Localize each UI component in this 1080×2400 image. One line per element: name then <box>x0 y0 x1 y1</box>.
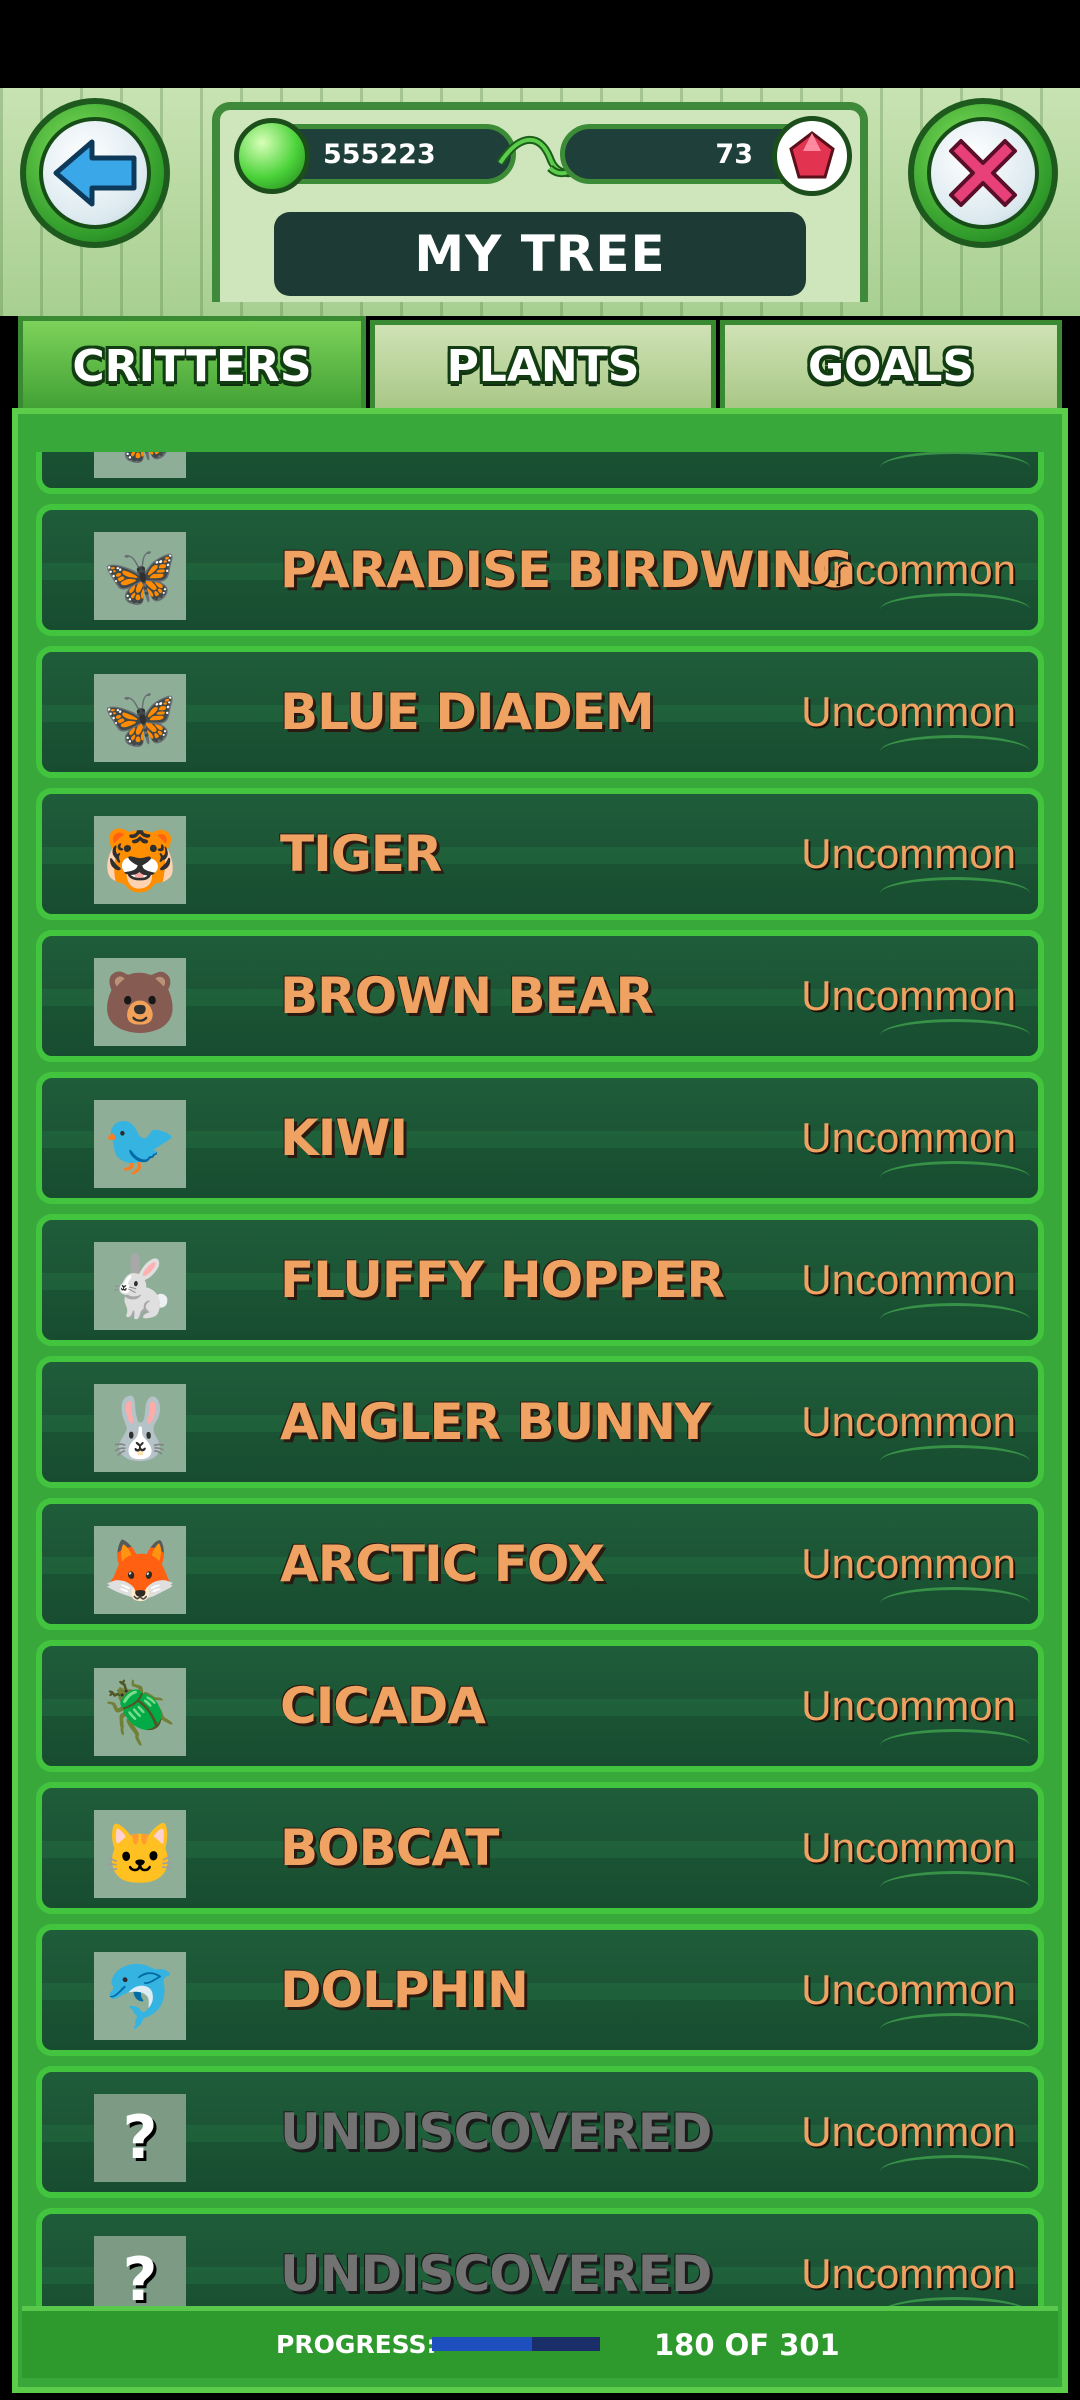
critter-row[interactable]: 🪲 CICADA Uncommon <box>36 1640 1044 1772</box>
critter-name: UNDISCOVERED <box>280 2103 712 2161</box>
vine-decoration <box>880 735 1030 768</box>
red-gem-icon <box>772 116 852 196</box>
critter-row[interactable]: 🦋 PARADISE BIRDWING Uncommon <box>36 504 1044 636</box>
critter-row[interactable]: 🦊 ARCTIC FOX Uncommon <box>36 1498 1044 1630</box>
tab-critters[interactable]: CRITTERS <box>18 316 366 412</box>
vine-decoration <box>880 452 1030 484</box>
progress-footer: PROGRESS: 180 OF 301 <box>22 2306 1058 2378</box>
critter-rarity: Uncommon <box>801 2250 1016 2297</box>
cicada-icon: 🪲 <box>94 1668 186 1756</box>
vine-decoration <box>880 1871 1030 1904</box>
critter-row[interactable]: 🦋SMALL COPPERUncommon <box>36 452 1044 494</box>
critter-name: UNDISCOVERED <box>280 2245 712 2303</box>
gold-coin-icon <box>234 118 310 194</box>
page-title: MY TREE <box>274 212 806 296</box>
critter-name: ARCTIC FOX <box>280 1535 605 1593</box>
critter-name: DOLPHIN <box>280 1961 529 2019</box>
bobcat-icon: 🐱 <box>94 1810 186 1898</box>
butterfly-icon: 🦋 <box>94 452 186 478</box>
critter-row[interactable]: 🐯 TIGER Uncommon <box>36 788 1044 920</box>
critter-name: SMALL COPPER <box>280 452 700 488</box>
critter-name: ANGLER BUNNY <box>280 1393 711 1451</box>
critter-name: PARADISE BIRDWING <box>280 541 853 599</box>
critter-name: BLUE DIADEM <box>280 683 655 741</box>
close-button[interactable] <box>908 98 1058 248</box>
bear-icon: 🐻 <box>94 958 186 1046</box>
critter-row[interactable]: ? UNDISCOVERED Uncommon <box>36 2208 1044 2310</box>
vine-decoration <box>880 1445 1030 1478</box>
butterfly-icon: 🦋 <box>94 674 186 762</box>
progress-bar-fill <box>432 2337 533 2351</box>
progress-bar <box>432 2337 600 2351</box>
dolphin-icon: 🐬 <box>94 1952 186 2040</box>
back-arrow-icon <box>39 117 151 229</box>
critter-row[interactable]: 🦋 BLUE DIADEM Uncommon <box>36 646 1044 778</box>
question-mark-icon: ? <box>94 2094 186 2182</box>
category-tabs: CRITTERS PLANTS GOALS <box>18 316 1062 412</box>
butterfly-icon: 🦋 <box>94 532 186 620</box>
gem-amount: 73 <box>715 138 753 170</box>
progress-label: PROGRESS: <box>276 2330 437 2359</box>
status-bar <box>0 0 1080 88</box>
critter-row[interactable]: ? UNDISCOVERED Uncommon <box>36 2066 1044 2198</box>
vine-decoration <box>880 1161 1030 1194</box>
critter-name: KIWI <box>280 1109 408 1167</box>
critter-row[interactable]: 🐬 DOLPHIN Uncommon <box>36 1924 1044 2056</box>
critter-row[interactable]: 🐱 BOBCAT Uncommon <box>36 1782 1044 1914</box>
rabbit-icon: 🐇 <box>94 1242 186 1330</box>
critter-row[interactable]: 🐦 KIWI Uncommon <box>36 1072 1044 1204</box>
critter-name: CICADA <box>280 1677 486 1735</box>
tab-goals[interactable]: GOALS <box>720 320 1062 408</box>
tab-plants[interactable]: PLANTS <box>370 320 716 408</box>
tiger-icon: 🐯 <box>94 816 186 904</box>
vine-decoration <box>880 1019 1030 1052</box>
critter-name: BOBCAT <box>280 1819 499 1877</box>
critter-name: BROWN BEAR <box>280 967 654 1025</box>
close-icon <box>927 117 1039 229</box>
vine-decoration <box>880 1587 1030 1620</box>
vine-decoration <box>880 593 1030 626</box>
header: 555223 73 MY TREE <box>0 88 1080 316</box>
fox-icon: 🦊 <box>94 1526 186 1614</box>
bunny-icon: 🐰 <box>94 1384 186 1472</box>
critter-row[interactable]: 🐰 ANGLER BUNNY Uncommon <box>36 1356 1044 1488</box>
question-mark-icon: ? <box>94 2236 186 2310</box>
critter-list[interactable]: 🦋 SMALL COPPER Uncommon 🦋 PARADISE BIRDWING U… <box>24 452 1056 2310</box>
back-button[interactable] <box>20 98 170 248</box>
vine-decoration <box>880 1303 1030 1336</box>
critter-name: TIGER <box>280 825 442 883</box>
vine-decoration <box>880 1729 1030 1762</box>
vine-decoration <box>880 2155 1030 2188</box>
critter-row[interactable]: 🐇 FLUFFY HOPPER Uncommon <box>36 1214 1044 1346</box>
vine-decoration <box>880 2013 1030 2046</box>
kiwi-bird-icon: 🐦 <box>94 1100 186 1188</box>
progress-count: 180 OF 301 <box>654 2327 840 2362</box>
critter-name: FLUFFY HOPPER <box>280 1251 725 1309</box>
critter-row[interactable]: 🐻 BROWN BEAR Uncommon <box>36 930 1044 1062</box>
vine-decoration <box>880 877 1030 910</box>
gold-amount: 555223 <box>323 138 436 170</box>
